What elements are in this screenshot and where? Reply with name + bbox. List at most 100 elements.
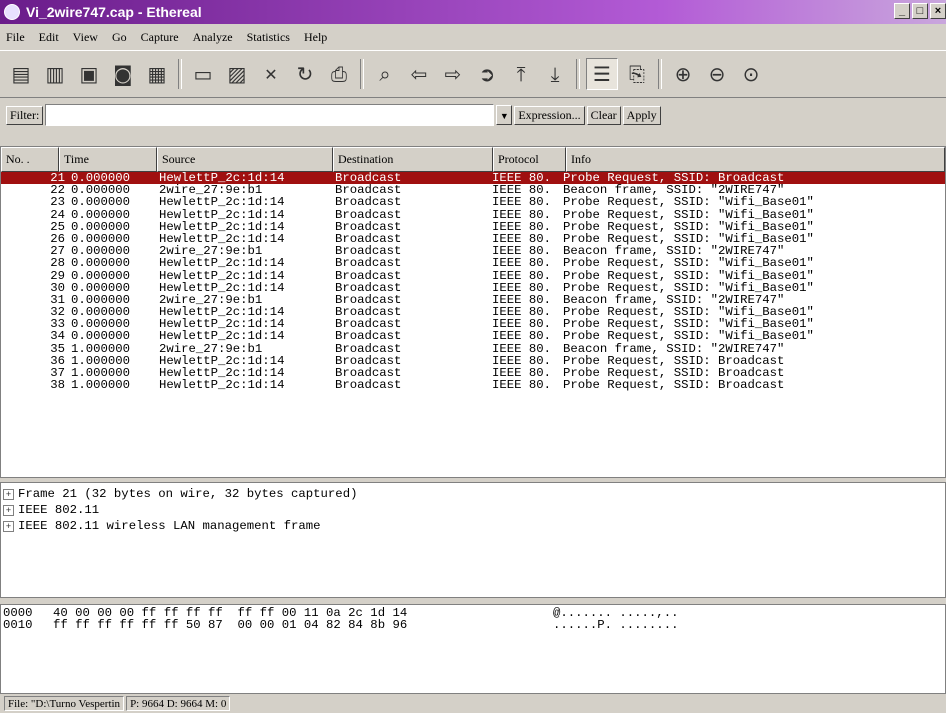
menu-capture[interactable]: Capture [141, 30, 179, 45]
zoom-in-icon[interactable]: ⊕ [668, 59, 698, 89]
main-toolbar: ▤ ▥ ▣ ◙ ▦ ▭ ▨ ✕ ↻ ⎙ ⌕ ⇦ ⇨ ➲ ⤒ ⤓ ☰ ⎘ ⊕ ⊖ … [0, 50, 946, 98]
menu-statistics[interactable]: Statistics [247, 30, 290, 45]
capture-options-icon[interactable]: ▥ [40, 59, 70, 89]
packet-info: Probe Request, SSID: "Wifi_Base01" [563, 256, 814, 271]
packet-info: Probe Request, SSID: "Wifi_Base01" [563, 329, 814, 344]
packet-time: 0.000000 [71, 195, 131, 210]
autoscroll-icon[interactable]: ⎘ [622, 59, 652, 89]
zoom-normal-icon[interactable]: ⊙ [736, 59, 766, 89]
minimize-button[interactable]: _ [894, 3, 910, 19]
expand-icon[interactable]: + [3, 488, 14, 500]
close-window-button[interactable]: × [930, 3, 946, 19]
packet-row[interactable]: 38 1.000000 HewlettP_2c:1d:14 Broadcast IEEE… [1, 379, 945, 391]
forward-icon[interactable]: ⇨ [438, 59, 468, 89]
packet-destination: Broadcast [335, 378, 402, 393]
status-bar: File: "D:\Turno Vespertin P: 9664 D: 966… [0, 694, 946, 713]
print-icon[interactable]: ⎙ [324, 59, 354, 89]
packet-no: 35 [50, 341, 65, 356]
packet-row[interactable]: 24 0.000000 HewlettP_2c:1d:14 Broadcast IEEE… [1, 207, 945, 222]
packet-row[interactable]: 28 0.000000 HewlettP_2c:1d:14 Broadcast IEEE… [1, 257, 945, 269]
menu-edit[interactable]: Edit [39, 30, 59, 45]
column-destination[interactable]: Destination [333, 147, 493, 172]
restart-capture-icon[interactable]: ▦ [142, 59, 172, 89]
detail-row[interactable]: + IEEE 802.11 [1, 502, 945, 518]
packet-protocol: IEEE 80. [492, 195, 552, 210]
packet-source: HewlettP_2c:1d:14 [159, 329, 285, 344]
menu-file[interactable]: File [6, 30, 25, 45]
column-source[interactable]: Source [157, 147, 333, 172]
packet-info: Probe Request, SSID: Broadcast [563, 378, 785, 393]
packet-row[interactable]: 21 0.000000 HewlettP_2c:1d:14 Broadcast IEEE… [1, 172, 945, 184]
packet-no: 38 [50, 378, 65, 393]
packet-destination: Broadcast [335, 195, 402, 210]
apply-button[interactable]: Apply [622, 105, 661, 125]
packet-source: HewlettP_2c:1d:14 [159, 378, 285, 393]
maximize-button[interactable]: □ [912, 3, 928, 19]
packet-no: 34 [50, 329, 65, 344]
packet-row[interactable]: 30 0.000000 HewlettP_2c:1d:14 Broadcast IEEE… [1, 281, 945, 293]
packet-row[interactable]: 35 1.000000 2wire_27:9e:b1 Broadcast IEEE 80… [1, 341, 945, 356]
packet-row[interactable]: 34 0.000000 HewlettP_2c:1d:14 Broadcast IEEE… [1, 330, 945, 342]
packet-row[interactable]: 37 1.000000 HewlettP_2c:1d:14 Broadcast IEEE… [1, 367, 945, 379]
menu-analyze[interactable]: Analyze [193, 30, 233, 45]
packet-rows: 21 0.000000 HewlettP_2c:1d:14 Broadcast IEEE… [1, 172, 945, 391]
menu-help[interactable]: Help [304, 30, 327, 45]
last-icon[interactable]: ⤓ [540, 59, 570, 89]
packet-destination: Broadcast [335, 268, 402, 283]
packet-details: + Frame 21 (32 bytes on wire, 32 bytes ca… [0, 482, 946, 598]
zoom-out-icon[interactable]: ⊖ [702, 59, 732, 89]
detail-row[interactable]: + IEEE 802.11 wireless LAN management fra… [1, 518, 945, 534]
column-info[interactable]: Info [566, 147, 945, 172]
column-time[interactable]: Time [59, 147, 157, 172]
stop-capture-icon[interactable]: ◙ [108, 59, 138, 89]
open-icon[interactable]: ▭ [188, 59, 218, 89]
packet-no: 28 [50, 256, 65, 271]
column-protocol[interactable]: Protocol [493, 147, 566, 172]
start-capture-icon[interactable]: ▣ [74, 59, 104, 89]
packet-no: 23 [50, 195, 65, 210]
packet-row[interactable]: 29 0.000000 HewlettP_2c:1d:14 Broadcast IEEE… [1, 268, 945, 283]
find-icon[interactable]: ⌕ [370, 59, 400, 89]
packet-time: 0.000000 [71, 329, 131, 344]
packet-no: 24 [50, 207, 65, 222]
filter-button[interactable]: Filter: [6, 105, 44, 125]
packet-time: 1.000000 [71, 378, 131, 393]
close-icon[interactable]: ✕ [256, 59, 286, 89]
packet-destination: Broadcast [335, 256, 402, 271]
packet-source: 2wire_27:9e:b1 [159, 341, 263, 356]
reload-icon[interactable]: ↻ [290, 59, 320, 89]
goto-icon[interactable]: ➲ [472, 59, 502, 89]
status-file: File: "D:\Turno Vespertin [4, 696, 125, 711]
menu-bar: File Edit View Go Capture Analyze Statis… [0, 26, 946, 48]
packet-protocol: IEEE 80. [492, 207, 552, 222]
packet-row[interactable]: 23 0.000000 HewlettP_2c:1d:14 Broadcast IEEE… [1, 196, 945, 208]
hex-row: 0010 ff ff ff ff ff ff 50 87 00 00 01 04… [3, 618, 679, 632]
filter-input[interactable] [45, 104, 495, 126]
ethereal-app-icon [4, 4, 20, 20]
expand-icon[interactable]: + [3, 520, 14, 532]
column-no[interactable]: No. . [1, 147, 59, 172]
packet-row[interactable]: 36 1.000000 HewlettP_2c:1d:14 Broadcast IEEE… [1, 355, 945, 367]
clear-button[interactable]: Clear [586, 105, 621, 125]
back-icon[interactable]: ⇦ [404, 59, 434, 89]
packet-time: 0.000000 [71, 207, 131, 222]
expression-button[interactable]: Expression... [514, 105, 585, 125]
packet-protocol: IEEE 80. [492, 341, 552, 356]
packet-time: 0.000000 [71, 268, 131, 283]
expand-icon[interactable]: + [3, 504, 14, 516]
packet-row[interactable]: 26 0.000000 HewlettP_2c:1d:14 Broadcast IEEE… [1, 233, 945, 245]
interfaces-icon[interactable]: ▤ [6, 59, 36, 89]
window-controls: _ □ × [892, 3, 946, 19]
status-counts: P: 9664 D: 9664 M: 0 [126, 696, 231, 711]
packet-list[interactable]: No. . Time Source Destination Protocol I… [0, 146, 946, 478]
menu-view[interactable]: View [73, 30, 98, 45]
packet-protocol: IEEE 80. [492, 329, 552, 344]
packet-destination: Broadcast [335, 329, 402, 344]
save-icon[interactable]: ▨ [222, 59, 252, 89]
filter-dropdown[interactable]: ▼ [496, 105, 513, 125]
first-icon[interactable]: ⤒ [506, 59, 536, 89]
packet-info: Probe Request, SSID: "Wifi_Base01" [563, 207, 814, 222]
colorize-icon[interactable]: ☰ [586, 58, 618, 90]
menu-go[interactable]: Go [112, 30, 127, 45]
detail-row[interactable]: + Frame 21 (32 bytes on wire, 32 bytes ca… [1, 486, 945, 502]
